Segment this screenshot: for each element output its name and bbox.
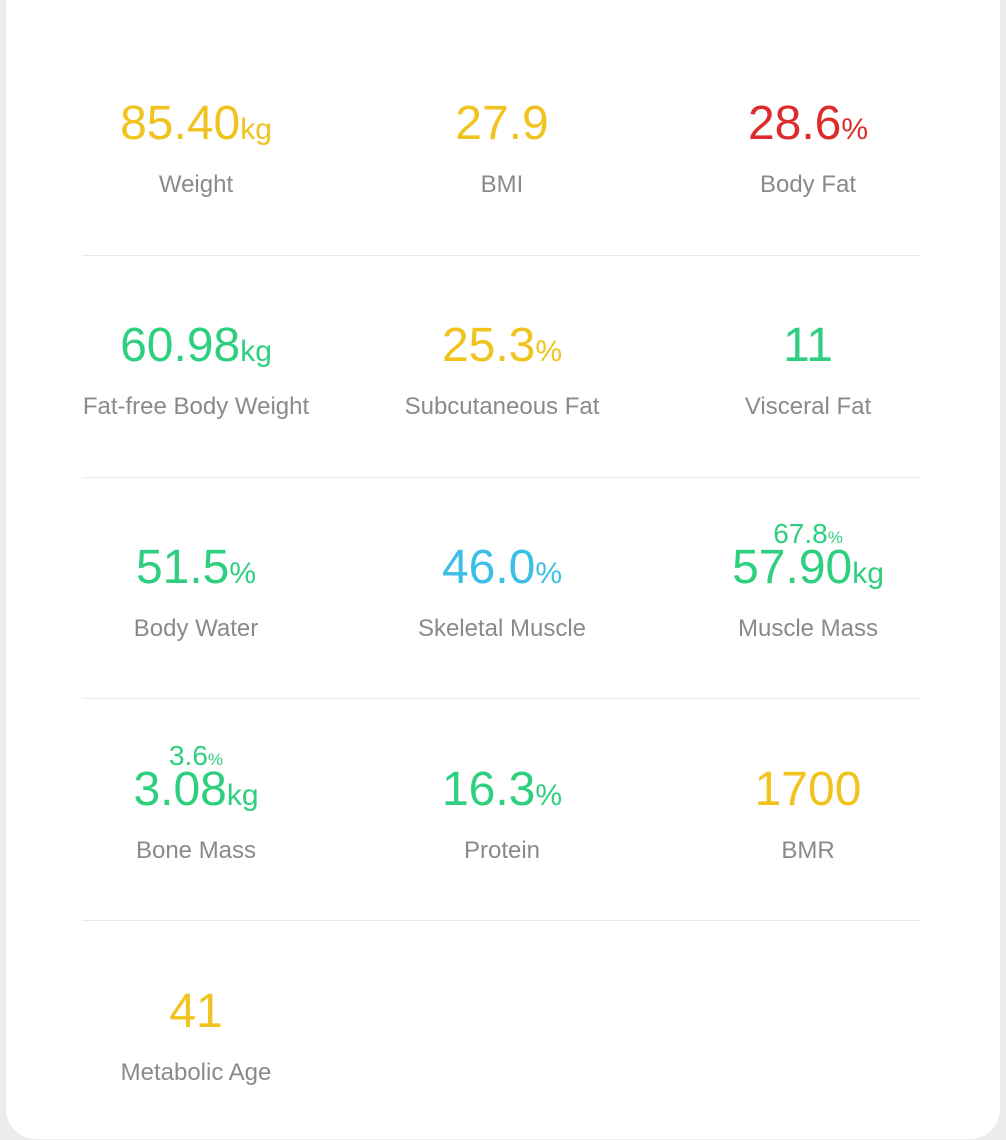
- body-composition-card: 85.40kg Weight 27.9 BMI 28.6% Body Fat 6…: [6, 0, 1000, 1139]
- metric-label: Weight: [158, 171, 234, 198]
- metric-value: 46.0%: [441, 541, 563, 594]
- row-divider: [82, 920, 921, 921]
- metric-label: Bone Mass: [135, 837, 257, 864]
- metric-unit: %: [535, 557, 563, 590]
- metric-value: 11: [783, 319, 833, 372]
- metric-label: Subcutaneous Fat: [404, 393, 600, 420]
- metric-label: Body Fat: [759, 171, 857, 198]
- metric-unit: %: [229, 557, 257, 590]
- metric-label: Skeletal Muscle: [417, 615, 587, 642]
- metric-value: 57.90kg: [732, 541, 884, 594]
- metric-value: 25.3%: [441, 319, 563, 372]
- row-divider: [82, 477, 921, 478]
- metric-label: BMI: [480, 171, 524, 198]
- metric-unit: %: [535, 335, 563, 368]
- metric-value: 27.9: [455, 97, 549, 150]
- metric-label: Body Water: [133, 615, 259, 642]
- metric-unit: kg: [226, 779, 259, 812]
- metric-value: 85.40kg: [120, 97, 272, 150]
- metric-value: 16.3%: [441, 763, 563, 816]
- metric-unit: %: [535, 779, 563, 812]
- metric-value: 60.98kg: [120, 319, 272, 372]
- metric-value: 3.08kg: [133, 763, 259, 816]
- metric-unit: kg: [852, 557, 884, 590]
- metric-value: 28.6%: [747, 97, 869, 150]
- metric-unit: %: [841, 113, 869, 146]
- metric-value: 1700: [754, 763, 862, 816]
- metric-label: Metabolic Age: [120, 1059, 272, 1086]
- metric-value: 51.5%: [135, 541, 257, 594]
- metric-unit: kg: [240, 113, 272, 146]
- metric-unit: kg: [240, 335, 272, 368]
- metric-label: Protein: [463, 837, 541, 864]
- metric-label: Fat-free Body Weight: [82, 393, 310, 420]
- row-divider: [82, 255, 921, 256]
- metric-label: Muscle Mass: [737, 615, 879, 642]
- row-divider: [82, 698, 921, 699]
- metric-label: BMR: [781, 837, 835, 864]
- metric-label: Visceral Fat: [744, 393, 872, 420]
- metric-value: 41: [169, 985, 223, 1038]
